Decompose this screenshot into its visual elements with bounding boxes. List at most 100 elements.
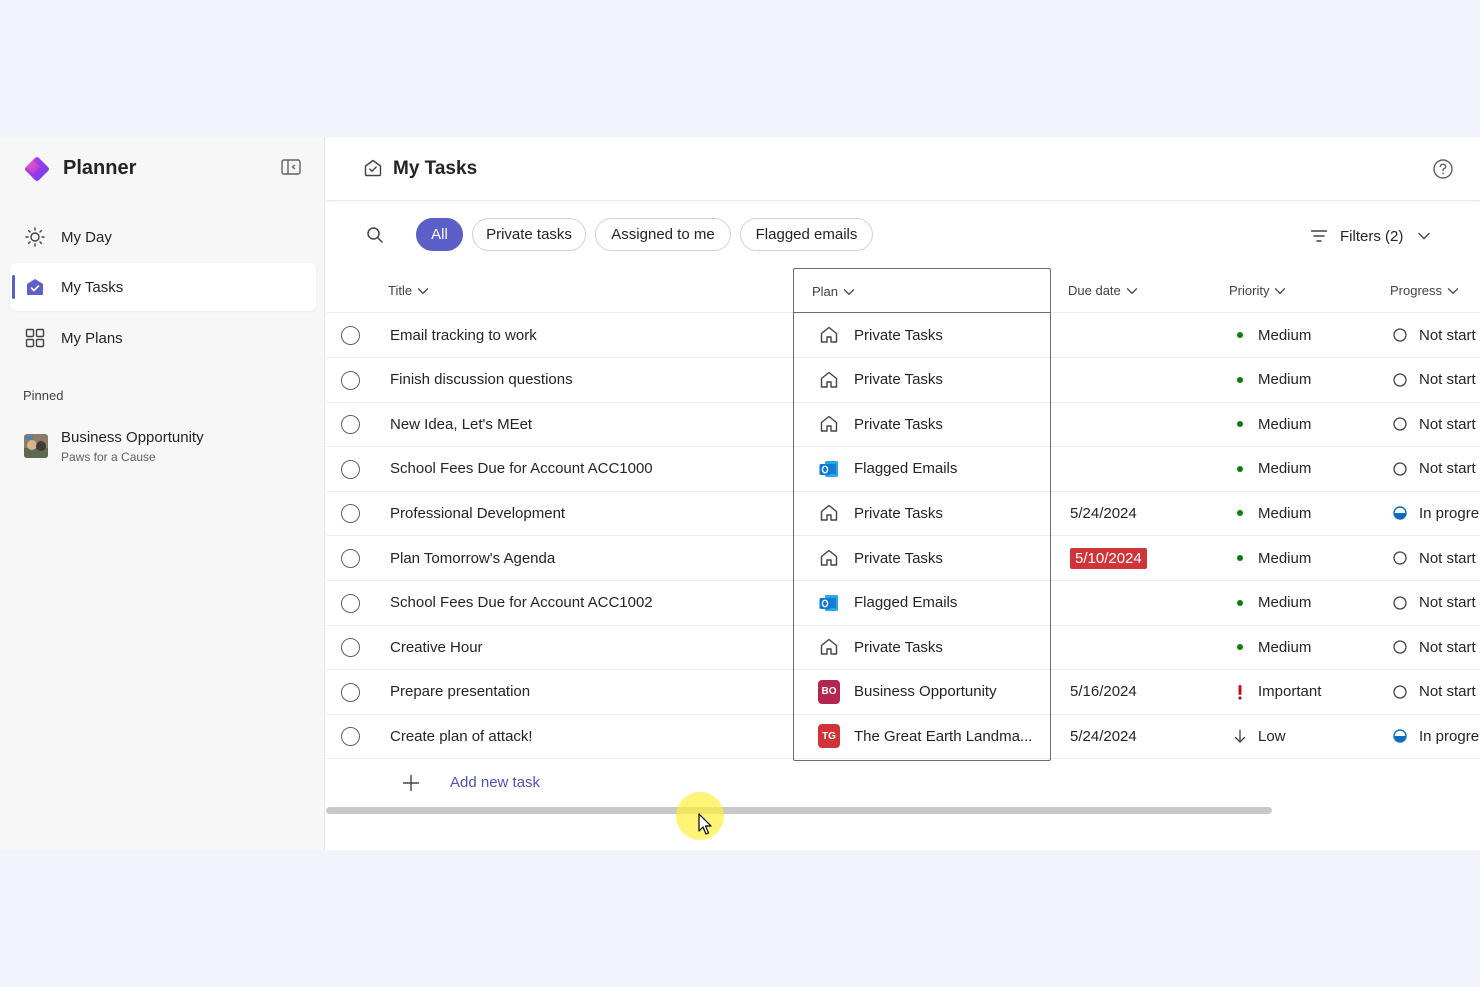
complete-task-checkbox[interactable] (341, 459, 360, 479)
plan-icon-wrap (818, 324, 840, 346)
task-plan[interactable]: Flagged Emails (818, 581, 1043, 625)
table-row[interactable]: Prepare presentation BO Business Opportu… (326, 670, 1480, 715)
table-row[interactable]: School Fees Due for Account ACC1000 Flag… (326, 447, 1480, 492)
complete-task-checkbox[interactable] (341, 415, 360, 435)
column-header-title[interactable]: Title (388, 283, 429, 298)
table-row[interactable]: Email tracking to work Private Tasks Med… (326, 313, 1480, 358)
task-progress[interactable]: Not start (1393, 402, 1480, 446)
not-started-icon (1393, 372, 1407, 387)
complete-task-checkbox[interactable] (341, 326, 360, 345)
sidebar-item-my-plans[interactable]: My Plans (10, 314, 316, 362)
task-priority[interactable]: Medium (1234, 313, 1384, 357)
task-plan[interactable]: BO Business Opportunity (818, 670, 1043, 714)
not-started-icon (1393, 640, 1407, 654)
task-due-date[interactable] (1070, 358, 1220, 402)
task-plan[interactable]: TG The Great Earth Landma... (818, 714, 1043, 758)
task-due-date[interactable]: 5/16/2024 (1070, 670, 1220, 714)
help-icon[interactable] (1432, 158, 1454, 180)
task-plan[interactable]: Private Tasks (818, 491, 1043, 535)
task-progress[interactable]: Not start (1393, 625, 1480, 669)
filters-button[interactable]: Filters (2) (1310, 225, 1431, 247)
task-priority[interactable]: Medium (1234, 536, 1384, 580)
task-priority[interactable]: Medium (1234, 402, 1384, 446)
column-header-progress[interactable]: Progress (1390, 283, 1459, 298)
task-priority[interactable]: Medium (1234, 491, 1384, 535)
task-progress[interactable]: Not start (1393, 581, 1480, 625)
task-plan-name: Private Tasks (854, 638, 943, 656)
task-title[interactable]: Finish discussion questions (390, 358, 790, 402)
table-row[interactable]: New Idea, Let's MEet Private Tasks Mediu… (326, 402, 1480, 448)
column-header-priority[interactable]: Priority (1229, 283, 1286, 298)
task-due-date[interactable] (1070, 581, 1220, 625)
task-title[interactable]: Plan Tomorrow's Agenda (390, 536, 790, 580)
task-priority[interactable]: Medium (1234, 625, 1384, 669)
not-started-icon (1393, 328, 1407, 342)
plan-badge-icon: BO (818, 679, 840, 704)
table-row[interactable]: Creative Hour Private Tasks Medium Not s… (326, 625, 1480, 671)
table-row[interactable]: Create plan of attack! TG The Great Eart… (326, 714, 1480, 760)
complete-task-checkbox[interactable] (341, 549, 360, 568)
table-row[interactable]: School Fees Due for Account ACC1002 Flag… (326, 581, 1480, 626)
task-plan[interactable]: Private Tasks (818, 402, 1043, 446)
task-title[interactable]: Professional Development (390, 491, 790, 535)
task-progress[interactable]: Not start (1393, 358, 1480, 402)
priority-icon-wrap (1234, 684, 1246, 700)
chip-private-tasks[interactable]: Private tasks (472, 218, 586, 251)
progress-value: Not start (1419, 638, 1476, 656)
task-priority[interactable]: Important (1234, 670, 1384, 714)
table-row[interactable]: Professional Development Private Tasks 5… (326, 491, 1480, 537)
filters-label: Filters (2) (1340, 227, 1404, 245)
task-title[interactable]: Prepare presentation (390, 670, 790, 714)
task-plan[interactable]: Private Tasks (818, 358, 1043, 402)
task-progress[interactable]: In progre (1393, 491, 1480, 535)
pinned-plan-business-opportunity[interactable]: Business Opportunity Paws for a Cause (22, 427, 312, 467)
task-priority[interactable]: Medium (1234, 447, 1384, 491)
horizontal-scrollbar[interactable] (326, 807, 1272, 814)
sidebar-item-my-day[interactable]: My Day (10, 213, 316, 261)
task-priority[interactable]: Medium (1234, 581, 1384, 625)
chip-assigned-to-me[interactable]: Assigned to me (595, 218, 731, 251)
task-plan[interactable]: Private Tasks (818, 313, 1043, 357)
task-due-date[interactable] (1070, 402, 1220, 446)
collapse-sidebar-icon[interactable] (280, 157, 302, 177)
complete-task-checkbox[interactable] (341, 727, 360, 747)
complete-task-checkbox[interactable] (341, 638, 360, 658)
table-row[interactable]: Plan Tomorrow's Agenda Private Tasks 5/1… (326, 536, 1480, 581)
complete-task-checkbox[interactable] (341, 593, 360, 613)
priority-icon-wrap (1234, 639, 1246, 655)
task-due-date[interactable] (1070, 313, 1220, 357)
task-due-date[interactable] (1070, 625, 1220, 669)
task-plan[interactable]: Flagged Emails (818, 447, 1043, 491)
priority-value: Medium (1258, 326, 1312, 344)
task-title[interactable]: Creative Hour (390, 625, 790, 669)
task-due-date[interactable]: 5/24/2024 (1070, 491, 1220, 535)
task-title[interactable]: Create plan of attack! (390, 714, 790, 758)
task-title[interactable]: Email tracking to work (390, 313, 790, 357)
task-progress[interactable]: In progre (1393, 714, 1480, 758)
add-new-task-row[interactable]: Add new task (326, 762, 1480, 806)
complete-task-checkbox[interactable] (341, 682, 360, 702)
task-priority[interactable]: Medium (1234, 358, 1384, 402)
chip-flagged-emails[interactable]: Flagged emails (740, 218, 873, 251)
complete-task-checkbox[interactable] (341, 504, 360, 524)
task-progress[interactable]: Not start (1393, 447, 1480, 491)
search-icon[interactable] (365, 225, 385, 245)
task-title[interactable]: School Fees Due for Account ACC1002 (390, 581, 790, 625)
column-header-due-date[interactable]: Due date (1068, 283, 1138, 298)
chip-all[interactable]: All (416, 218, 463, 251)
task-progress[interactable]: Not start (1393, 536, 1480, 580)
task-title[interactable]: School Fees Due for Account ACC1000 (390, 447, 790, 491)
task-plan[interactable]: Private Tasks (818, 536, 1043, 580)
task-plan[interactable]: Private Tasks (818, 625, 1043, 669)
sidebar-item-my-tasks[interactable]: My Tasks (10, 263, 316, 311)
task-due-date[interactable]: 5/10/2024 (1070, 536, 1220, 580)
table-row[interactable]: Finish discussion questions Private Task… (326, 358, 1480, 403)
task-due-date[interactable]: 5/24/2024 (1070, 714, 1220, 758)
complete-task-checkbox[interactable] (341, 370, 360, 390)
task-title[interactable]: New Idea, Let's MEet (390, 402, 790, 446)
task-progress[interactable]: Not start (1393, 670, 1480, 714)
task-due-date[interactable] (1070, 447, 1220, 491)
task-priority[interactable]: Low (1234, 714, 1384, 758)
column-header-plan[interactable]: Plan (812, 284, 855, 299)
task-progress[interactable]: Not start (1393, 313, 1480, 357)
